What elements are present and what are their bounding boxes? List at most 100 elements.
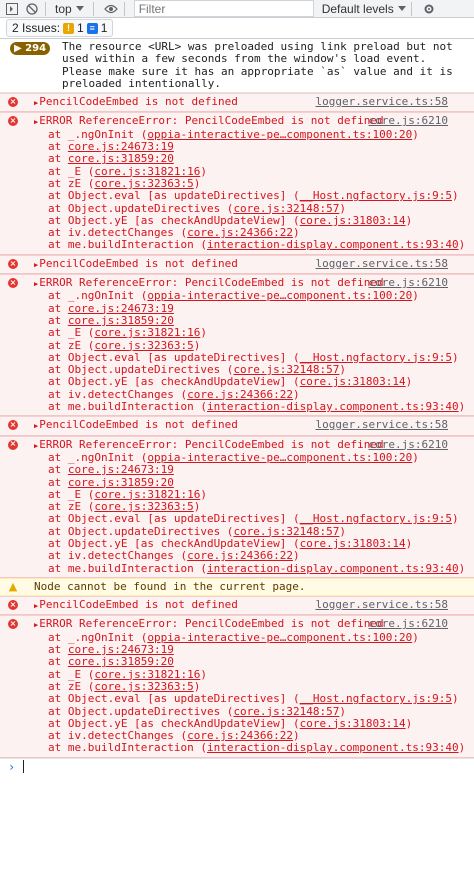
stack-frame-suffix: ) — [412, 450, 419, 464]
stack-frame-text: at Object.eval [as updateDirectives] ( — [48, 692, 300, 706]
stack-frame-text: at Object.updateDirectives ( — [48, 704, 234, 718]
clear-console-icon[interactable] — [24, 1, 40, 17]
stack-frame-suffix: ) — [339, 363, 347, 377]
source-link[interactable]: logger.service.ts:58 — [316, 419, 448, 432]
stack-frame-link[interactable]: core.js:31859:20 — [68, 476, 174, 489]
stack-frame-link[interactable]: core.js:32148:57 — [233, 525, 339, 538]
stack-frame-link[interactable]: oppia-interactive-pe…component.ts:100:20 — [147, 128, 412, 141]
filter-input[interactable] — [134, 1, 313, 16]
stack-frame-suffix: ) — [193, 338, 201, 352]
stack-frame-text: at — [48, 313, 68, 327]
stack-frame-link[interactable]: core.js:24366:22 — [187, 226, 293, 239]
stack-frame: at me.buildInteraction (interaction-disp… — [34, 400, 468, 413]
source-link[interactable]: core.js:6210 — [369, 115, 448, 128]
stack-frame-text: at Object.yE [as checkAndUpdateView] ( — [48, 213, 300, 227]
stack-frame-link[interactable]: __Host.ngfactory.js:9:5 — [300, 189, 452, 202]
error-icon: × — [8, 116, 18, 127]
stack-frame-link[interactable]: core.js:24673:19 — [68, 643, 174, 656]
stack-frame-link[interactable]: core.js:32148:57 — [233, 705, 339, 718]
stack-frame-suffix: ) — [293, 387, 300, 401]
message-text: PencilCodeEmbed is not defined — [39, 418, 238, 432]
stack-frame-link[interactable]: interaction-display.component.ts:93:40 — [207, 562, 459, 575]
stack-frame-link[interactable]: core.js:24366:22 — [187, 549, 293, 562]
log-levels-dropdown[interactable]: Default levels — [322, 2, 406, 16]
source-link[interactable]: core.js:6210 — [369, 618, 448, 631]
error-icon: × — [8, 619, 18, 630]
error-icon: × — [8, 420, 18, 431]
stack-frame-suffix: ) — [405, 375, 413, 389]
console-message-error: × ▶ERROR ReferenceError: PencilCodeEmbed … — [0, 274, 474, 417]
expand-triangle-icon[interactable]: ▶ — [34, 602, 38, 610]
source-link[interactable]: logger.service.ts:58 — [316, 95, 448, 108]
stack-frame-link[interactable]: core.js:32148:57 — [233, 202, 339, 215]
error-icon: × — [8, 258, 18, 269]
stack-frame-suffix: ) — [200, 667, 207, 681]
stack-frame-link[interactable]: oppia-interactive-pe…component.ts:100:20 — [147, 631, 412, 644]
stack-frame-link[interactable]: core.js:31859:20 — [68, 152, 174, 165]
stack-frame-link[interactable]: core.js:31859:20 — [68, 655, 174, 668]
stack-frame-link[interactable]: core.js:24673:19 — [68, 463, 174, 476]
stack-frame-text: at zE ( — [48, 176, 95, 190]
stack-frame-link[interactable]: core.js:32363:5 — [94, 339, 193, 352]
context-selector[interactable]: top — [51, 2, 88, 16]
stack-frame-link[interactable]: core.js:24366:22 — [187, 729, 293, 742]
source-link[interactable]: core.js:6210 — [369, 438, 448, 451]
console-message-error: × ▶PencilCodeEmbed is not defined logger.s… — [0, 93, 474, 113]
stack-frame-text: at _.ngOnInit ( — [48, 630, 148, 644]
stack-frame-text: at Object.eval [as updateDirectives] ( — [48, 512, 300, 526]
stack-frame-link[interactable]: interaction-display.component.ts:93:40 — [207, 400, 459, 413]
expand-triangle-icon[interactable]: ▶ — [34, 621, 38, 629]
stack-frame-link[interactable]: core.js:31803:14 — [300, 375, 406, 388]
message-text: ERROR ReferenceError: PencilCodeEmbed is… — [39, 617, 384, 631]
stack-frame-text: at Object.yE [as checkAndUpdateView] ( — [48, 536, 300, 550]
stack-frame-suffix: ) — [412, 127, 419, 141]
stack-frame-link[interactable]: core.js:31821:16 — [94, 165, 200, 178]
stack-frame-link[interactable]: core.js:32363:5 — [94, 177, 193, 190]
source-link[interactable]: logger.service.ts:58 — [316, 257, 448, 270]
stack-frame-link[interactable]: core.js:24673:19 — [68, 302, 174, 315]
stack-frame-link[interactable]: core.js:31821:16 — [94, 326, 200, 339]
stack-frame-text: at me.buildInteraction ( — [48, 741, 207, 755]
stack-frame-link[interactable]: core.js:32148:57 — [233, 363, 339, 376]
filter-field[interactable] — [133, 0, 314, 17]
stack-frame-link[interactable]: core.js:31859:20 — [68, 314, 174, 327]
stack-frame-link[interactable]: interaction-display.component.ts:93:40 — [207, 238, 459, 251]
stack-frame-link[interactable]: core.js:31821:16 — [94, 668, 200, 681]
issues-info-count: 1 — [100, 21, 108, 35]
settings-gear-icon[interactable] — [421, 1, 437, 17]
stack-frame-link[interactable]: __Host.ngfactory.js:9:5 — [300, 351, 452, 364]
stack-frame-link[interactable]: __Host.ngfactory.js:9:5 — [300, 512, 452, 525]
console-prompt[interactable]: › — [0, 757, 474, 775]
stack-frame-link[interactable]: core.js:24673:19 — [68, 140, 174, 153]
stack-frame-link[interactable]: interaction-display.component.ts:93:40 — [207, 741, 459, 754]
stack-frame-link[interactable]: __Host.ngfactory.js:9:5 — [300, 692, 452, 705]
stack-frame: at me.buildInteraction (interaction-disp… — [34, 239, 468, 251]
stack-trace: at _.ngOnInit (oppia-interactive-pe…comp… — [34, 630, 468, 755]
expand-triangle-icon[interactable]: ▶ — [34, 261, 38, 269]
stack-frame-link[interactable]: core.js:31821:16 — [94, 488, 200, 501]
expand-triangle-icon[interactable]: ▶ — [34, 422, 38, 430]
stack-frame-link[interactable]: oppia-interactive-pe…component.ts:100:20 — [147, 289, 412, 302]
stack-frame-link[interactable]: core.js:32363:5 — [94, 500, 193, 513]
expand-triangle-icon[interactable]: ▶ — [34, 99, 38, 107]
repeat-count: 294 — [25, 43, 47, 54]
stack-frame-link[interactable]: core.js:31803:14 — [300, 214, 406, 227]
stack-frame-link[interactable]: oppia-interactive-pe…component.ts:100:20 — [147, 451, 412, 464]
stack-frame-link[interactable]: core.js:31803:14 — [300, 717, 406, 730]
error-icon: × — [8, 439, 18, 450]
expand-triangle-icon[interactable]: ▶ — [34, 280, 38, 288]
stack-frame-link[interactable]: core.js:24366:22 — [187, 388, 293, 401]
sidebar-toggle-icon[interactable] — [4, 1, 20, 17]
stack-frame-text: at Object.yE [as checkAndUpdateView] ( — [48, 716, 300, 730]
eye-icon[interactable] — [103, 1, 119, 17]
error-icon: × — [8, 97, 18, 108]
stack-frame-suffix: ) — [200, 487, 207, 501]
source-link[interactable]: core.js:6210 — [369, 276, 448, 289]
expand-triangle-icon[interactable]: ▶ — [34, 118, 38, 126]
stack-frame-link[interactable]: core.js:31803:14 — [300, 537, 406, 550]
issues-button[interactable]: 2 Issues: ! 1 ≡ 1 — [6, 19, 114, 37]
stack-frame-text: at — [48, 152, 68, 166]
source-link[interactable]: logger.service.ts:58 — [316, 598, 448, 611]
expand-triangle-icon[interactable]: ▶ — [34, 442, 38, 450]
stack-frame-link[interactable]: core.js:32363:5 — [94, 680, 193, 693]
